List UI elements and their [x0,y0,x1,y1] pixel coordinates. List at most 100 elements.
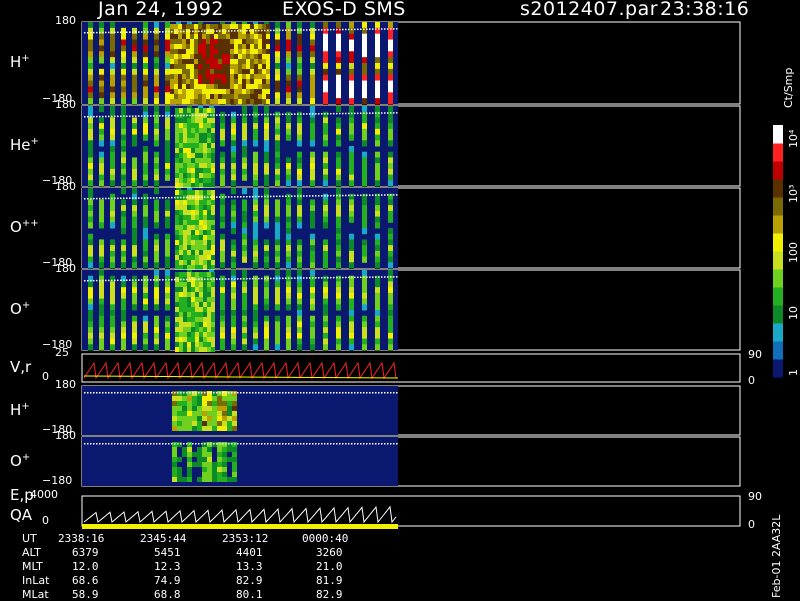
spec-cell [165,33,170,41]
spec-cell [191,123,195,128]
spec-cell [199,240,203,245]
spec-cell [262,79,266,84]
spec-cell [186,79,190,84]
spec-cell [242,39,246,44]
trace-dot [225,30,227,32]
trace-dot [177,443,179,445]
trace-dot [120,31,122,34]
spec-cell [232,462,237,467]
spec-cell [183,183,187,188]
spec-cell [195,312,199,317]
trace-dot [177,30,179,33]
trace-dot [342,276,344,279]
spec-cell [211,250,215,255]
spec-cell [246,69,250,74]
spec-cell [388,86,393,93]
spec-cell [210,69,214,74]
spec-cell [132,292,137,300]
spec-cell [190,79,194,84]
spec-cell [266,39,270,44]
spec-cell [232,421,237,426]
spec-cell [99,332,104,340]
spec-cell [211,317,215,322]
trace-dot [147,197,149,199]
spec-cell [227,457,232,462]
spec-cell [232,416,237,421]
spec-cell [323,163,328,170]
spec-cell [242,281,247,288]
spec-cell [207,302,211,307]
spec-cell [165,321,170,328]
spec-cell [211,322,215,327]
spec-cell [214,39,218,44]
spec-cell [175,297,179,302]
spec-cell [286,304,291,311]
spec-cell [275,98,280,105]
spec-cell [211,332,215,337]
trace-dot [222,196,224,198]
spec-cell [297,245,302,252]
trace-dot [354,443,356,445]
spec-cell [220,344,225,351]
trace-dot [279,443,281,445]
spec-cell [211,220,215,225]
spec-cell [174,64,178,69]
spec-cell [336,74,341,82]
spec-cell [275,298,280,305]
spec-cell [132,245,137,252]
spec-cell [375,310,380,317]
trace-dot [135,279,137,281]
trace-dot [393,276,395,278]
spec-cell [275,45,280,52]
spec-cell [194,69,198,74]
spec-cell [323,57,328,64]
trace-dot [210,114,212,116]
spec-cell [336,216,341,223]
spec-cell [286,128,291,136]
spec-cell [222,59,226,64]
spec-cell [132,68,137,76]
spec-cell [323,256,328,263]
spec-cell [388,123,393,130]
spec-cell [202,421,207,426]
spec-cell [154,68,159,76]
spec-cell [220,140,225,147]
trace-dot [393,392,395,394]
spec-cell [242,327,247,334]
spec-cell [191,347,195,352]
spec-cell [362,63,367,70]
spec-cell [388,321,393,328]
trace-dot [171,30,173,33]
spec-cell [132,174,137,181]
colorbar-swatch [773,251,783,270]
spec-cell [297,86,302,93]
spec-cell [187,215,191,220]
trace-dot [381,276,383,278]
spec-cell [110,256,115,263]
spec-cell [165,275,170,282]
spec-cell [310,298,315,305]
spec-cell [179,265,183,270]
spec-cell [191,297,195,302]
spec-cell [222,79,226,84]
spec-cell [203,307,207,312]
spec-cell [170,89,174,94]
trace-dot [306,29,308,31]
spec-cell [246,54,250,59]
spec-cell [336,321,341,328]
trace-dot [117,31,119,34]
spec-cell [154,210,159,218]
spec-cell [297,199,302,206]
spec-cell [110,163,115,170]
trace-dot [171,114,173,117]
trace-dot [288,29,290,31]
spec-cell [297,57,302,64]
spec-cell [310,33,315,41]
spec-cell [310,92,315,99]
spec-cell [230,99,234,104]
spec-cell [183,108,187,113]
trace-dot [189,278,191,281]
trace-dot [357,443,359,445]
trace-dot [249,29,251,32]
spec-cell [250,69,254,74]
